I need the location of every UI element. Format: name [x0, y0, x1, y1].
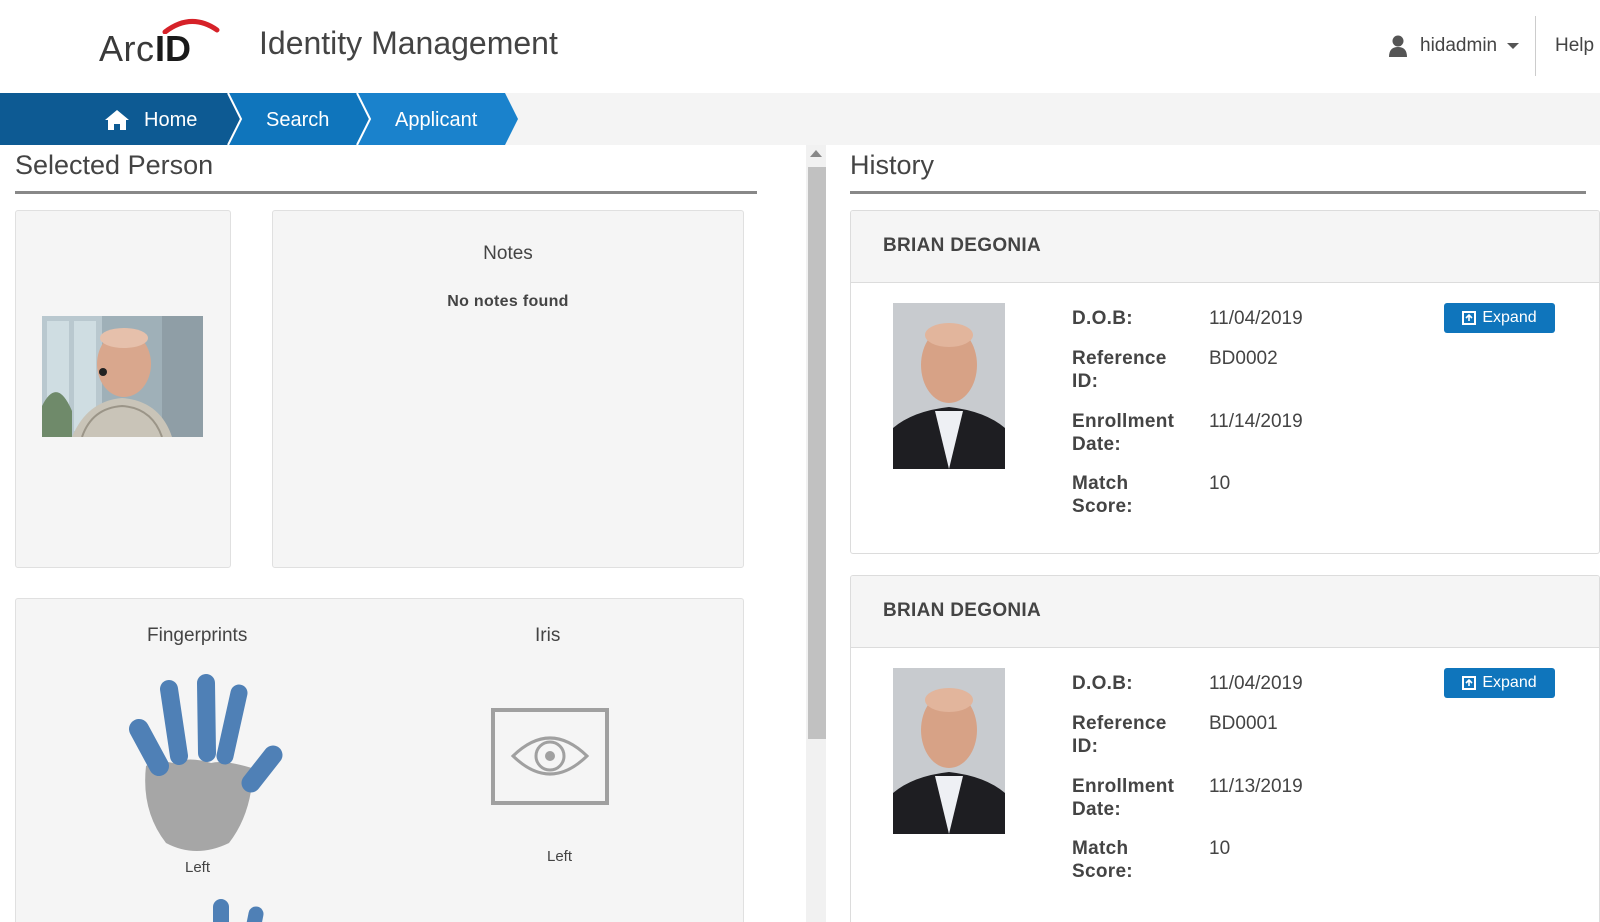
enrollment-date-label: Enrollment Date: [1072, 410, 1174, 456]
fingerprints-side-label: Left [185, 859, 211, 876]
match-score-value: 10 [1209, 838, 1231, 859]
breadcrumb-search[interactable]: Search [266, 107, 329, 133]
home-icon [105, 110, 129, 130]
reference-id-value: BD0002 [1209, 348, 1278, 369]
history-panel: History BRIAN DEGONIA D.O.B: 11/04/2019 … [826, 145, 1600, 922]
match-score-label-line1: Match [1072, 838, 1129, 859]
breadcrumb-search-label: Search [266, 108, 330, 131]
reference-id-label-line2: ID: [1072, 371, 1099, 392]
iris-title: Iris [535, 625, 561, 646]
person-photo[interactable] [42, 316, 203, 437]
expand-button[interactable]: Expand [1444, 668, 1555, 698]
dob-label: D.O.B: [1072, 673, 1133, 694]
history-record-photo[interactable] [893, 668, 1005, 834]
history-rule [850, 191, 1586, 194]
app-header: Arc ID Identity Management hidadmin Help [0, 0, 1600, 93]
expand-button-label: Expand [1482, 309, 1537, 326]
breadcrumb-applicant-label: Applicant [395, 108, 478, 131]
right-hand-fingerprint-icon[interactable] [151, 899, 271, 922]
selected-person-title: Selected Person [15, 150, 214, 180]
match-score-label-line1: Match [1072, 473, 1129, 494]
biometrics-card: Fingerprints Iris Left Left [15, 598, 744, 922]
arcid-logo[interactable]: Arc ID [99, 18, 220, 69]
match-score-label: Match Score: [1072, 472, 1133, 518]
app-title: Identity Management [259, 25, 558, 61]
reference-id-label-line1: Reference [1072, 348, 1167, 369]
match-score-value: 10 [1209, 473, 1231, 494]
fingerprints-title: Fingerprints [147, 625, 248, 646]
reference-id-label: Reference ID: [1072, 712, 1167, 758]
history-record: BRIAN DEGONIA D.O.B: 11/04/2019 Referenc… [850, 210, 1600, 554]
reference-id-label-line2: ID: [1072, 736, 1099, 757]
history-record-photo[interactable] [893, 303, 1005, 469]
enrollment-date-label-line2: Date: [1072, 434, 1122, 455]
notes-empty-message: No notes found [447, 293, 569, 310]
history-record-header: BRIAN DEGONIA [851, 576, 1599, 648]
reference-id-label: Reference ID: [1072, 347, 1167, 393]
reference-id-label-line1: Reference [1072, 713, 1167, 734]
history-record: BRIAN DEGONIA D.O.B: 11/04/2019 Referenc… [850, 575, 1600, 922]
enrollment-date-label-line1: Enrollment [1072, 411, 1175, 432]
notes-title: Notes [483, 243, 533, 264]
breadcrumb-applicant[interactable]: Applicant [395, 107, 477, 133]
match-score-label-line2: Score: [1072, 496, 1133, 517]
history-title: History [850, 150, 935, 180]
logo-id-text: ID [155, 28, 191, 69]
expand-icon [1462, 311, 1477, 325]
history-record-name: BRIAN DEGONIA [883, 600, 1042, 621]
iris-eye-icon[interactable] [491, 708, 609, 805]
left-hand-fingerprint-icon[interactable] [111, 671, 286, 856]
history-record-header: BRIAN DEGONIA [851, 211, 1599, 283]
user-icon [1389, 35, 1407, 57]
expand-button-label: Expand [1482, 674, 1537, 691]
logo-arc-text: Arc [99, 28, 155, 69]
dob-value: 11/04/2019 [1209, 308, 1303, 329]
username-label: hidadmin [1420, 35, 1498, 56]
dob-value: 11/04/2019 [1209, 673, 1303, 694]
selected-person-rule [15, 191, 757, 194]
match-score-label: Match Score: [1072, 837, 1133, 883]
enrollment-date-value: 11/13/2019 [1209, 776, 1303, 797]
history-record-name: BRIAN DEGONIA [883, 235, 1042, 256]
iris-side-label: Left [547, 848, 573, 865]
chevron-down-icon [1507, 43, 1520, 49]
help-link[interactable]: Help [1555, 35, 1594, 57]
reference-id-value: BD0001 [1209, 713, 1278, 734]
enrollment-date-value: 11/14/2019 [1209, 411, 1303, 432]
scroll-thumb[interactable] [808, 167, 826, 739]
expand-button[interactable]: Expand [1444, 303, 1555, 333]
breadcrumb-home-label: Home [144, 108, 198, 131]
notes-card: Notes No notes found [272, 210, 744, 568]
breadcrumb-home[interactable]: Home [104, 107, 197, 133]
person-photo-card [15, 210, 231, 568]
match-score-label-line2: Score: [1072, 861, 1133, 882]
user-menu[interactable]: hidadmin [1388, 30, 1520, 62]
expand-icon [1462, 676, 1477, 690]
breadcrumb: Home Search Applicant [0, 93, 1600, 145]
dob-label: D.O.B: [1072, 308, 1133, 329]
header-divider [1535, 16, 1536, 76]
selected-person-panel: Selected Person Notes No notes found Fin… [0, 145, 806, 922]
enrollment-date-label: Enrollment Date: [1072, 775, 1174, 821]
scrollbar[interactable] [806, 145, 826, 922]
enrollment-date-label-line1: Enrollment [1072, 776, 1175, 797]
scroll-up-arrow-icon[interactable] [810, 150, 822, 157]
enrollment-date-label-line2: Date: [1072, 799, 1122, 820]
